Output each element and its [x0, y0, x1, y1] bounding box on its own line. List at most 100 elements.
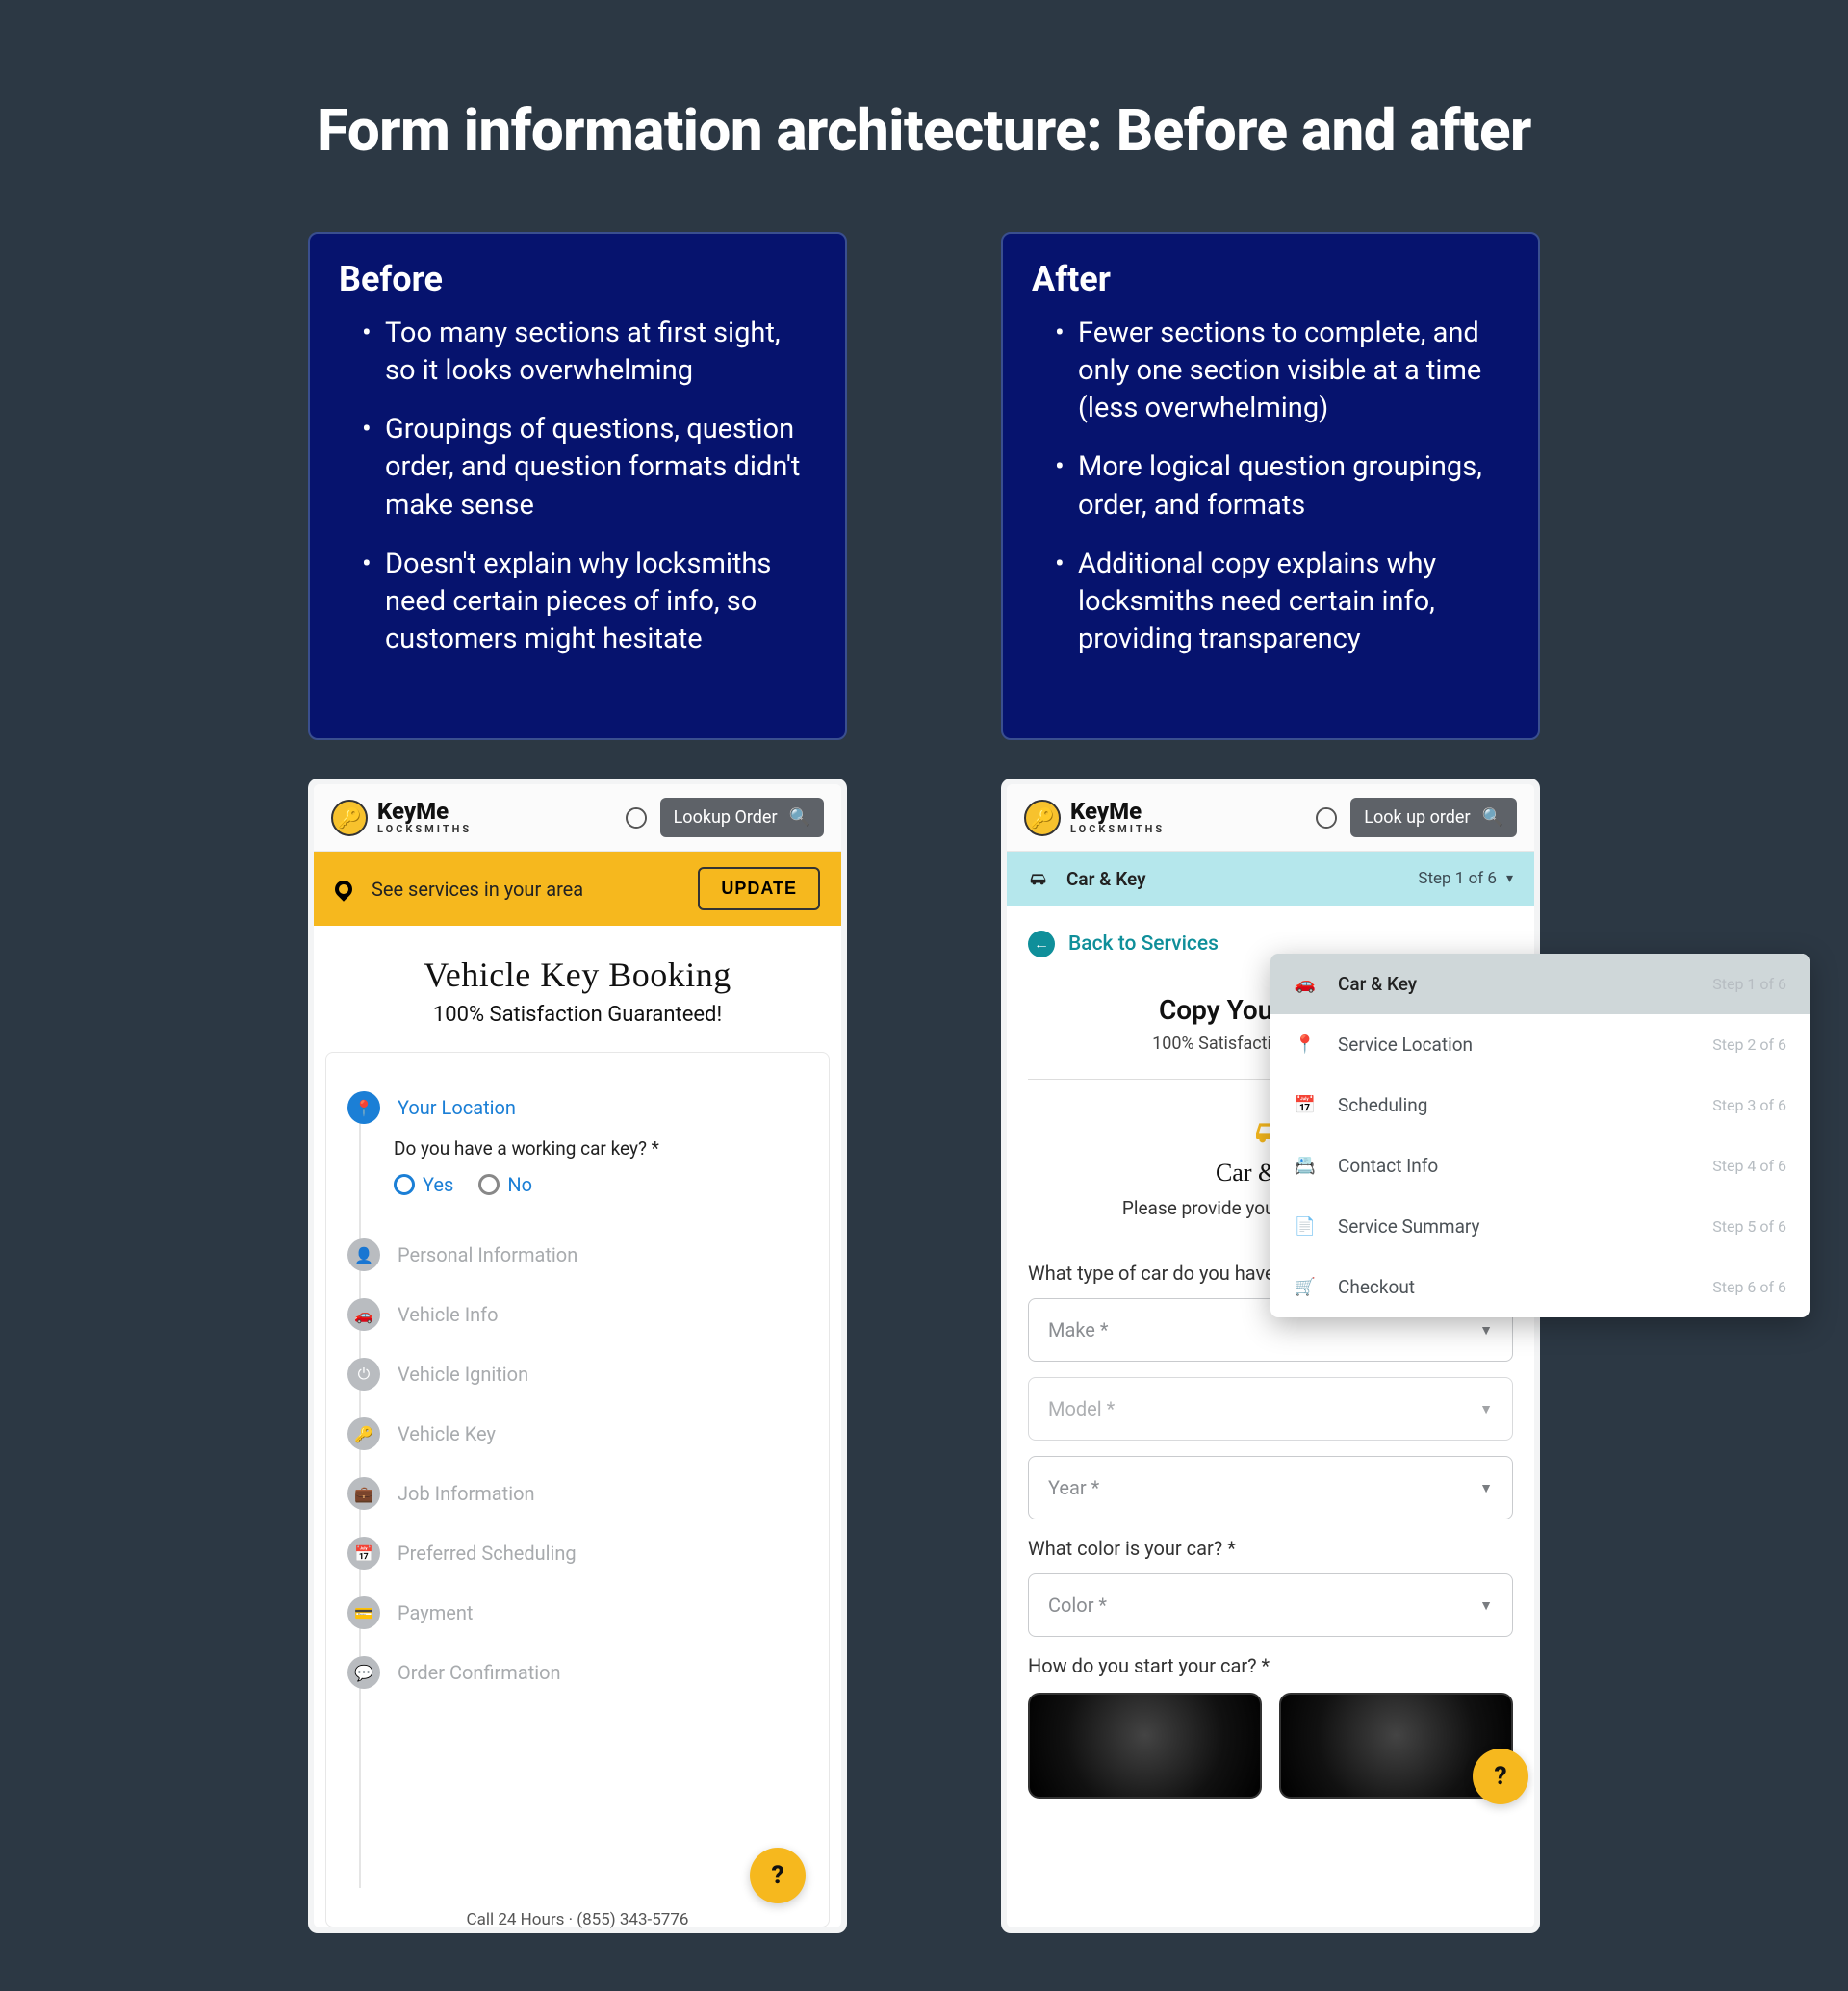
year-select[interactable]: Year * ▼: [1028, 1456, 1513, 1519]
step-option[interactable]: 📄 Service Summary Step 5 of 6: [1270, 1196, 1810, 1257]
back-link-label: Back to Services: [1068, 932, 1219, 956]
caret-down-icon: ▼: [1479, 1480, 1493, 1496]
step-label[interactable]: Vehicle Key: [398, 1422, 496, 1445]
lookup-label: Lookup Order: [674, 807, 778, 828]
radio-no[interactable]: No: [478, 1173, 532, 1196]
help-button[interactable]: ?: [1473, 1749, 1528, 1804]
after-card: After Fewer sections to complete, and on…: [1001, 232, 1540, 740]
color-select[interactable]: Color * ▼: [1028, 1573, 1513, 1637]
footer-phone: Call 24 Hours · (855) 343-5776: [314, 1910, 841, 1927]
car-icon: [1028, 867, 1049, 890]
step-option-label: Service Location: [1338, 1034, 1691, 1056]
step-option-meta: Step 5 of 6: [1712, 1217, 1786, 1236]
step-option-meta: Step 2 of 6: [1712, 1035, 1786, 1054]
after-heading: After: [1032, 259, 1509, 299]
help-button[interactable]: ?: [750, 1848, 806, 1903]
step-option[interactable]: 🛒 Checkout Step 6 of 6: [1270, 1257, 1810, 1317]
ignition-icon: ⏻: [347, 1358, 380, 1391]
pin-icon: 📍: [347, 1091, 380, 1124]
step-option[interactable]: 🚗 Car & Key Step 1 of 6: [1270, 954, 1810, 1014]
step-option-meta: Step 3 of 6: [1712, 1096, 1786, 1114]
lookup-order-button[interactable]: Look up order 🔍: [1350, 798, 1517, 837]
step-option-label: Scheduling: [1338, 1094, 1691, 1116]
step-option-label: Contact Info: [1338, 1155, 1691, 1177]
step-bar-meta: Step 1 of 6: [1418, 869, 1497, 888]
step-label-active[interactable]: Your Location: [398, 1096, 516, 1119]
brand-name: KeyMe: [377, 800, 472, 823]
update-button[interactable]: UPDATE: [698, 867, 820, 910]
key-icon: 🔑: [347, 1417, 380, 1450]
step-option-label: Car & Key: [1338, 973, 1691, 995]
step-label[interactable]: Payment: [398, 1601, 473, 1624]
step-progress-bar[interactable]: Car & Key Step 1 of 6 ▾: [1007, 852, 1534, 906]
after-phone-mock: 🔑 KeyMe LOCKSMITHS Look up order 🔍: [1001, 779, 1540, 1933]
step-option-label: Service Summary: [1338, 1215, 1691, 1238]
before-card: Before Too many sections at first sight,…: [308, 232, 847, 740]
before-heading: Before: [339, 259, 816, 299]
booking-subtitle: 100% Satisfaction Guaranteed!: [314, 1003, 841, 1052]
app-header: 🔑 KeyMe LOCKSMITHS Look up order 🔍: [1007, 784, 1534, 852]
ignition-option-turnkey[interactable]: [1028, 1693, 1262, 1799]
search-icon: 🔍: [1482, 807, 1503, 828]
contact-icon: 📇: [1294, 1156, 1317, 1176]
caret-down-icon: ▼: [1479, 1597, 1493, 1614]
pin-icon: 📍: [1294, 1034, 1317, 1055]
calendar-icon: 📅: [347, 1537, 380, 1570]
question-text: Do you have a working car key? *: [394, 1137, 811, 1160]
location-banner: See services in your area UPDATE: [314, 852, 841, 926]
radio-yes[interactable]: Yes: [394, 1173, 453, 1196]
step-option[interactable]: 📍 Service Location Step 2 of 6: [1270, 1014, 1810, 1075]
lookup-order-button[interactable]: Lookup Order 🔍: [660, 798, 824, 837]
steps-dropdown: 🚗 Car & Key Step 1 of 6 📍 Service Locati…: [1270, 954, 1810, 1317]
question-car-color: What color is your car? *: [1028, 1537, 1513, 1560]
search-icon: 🔍: [789, 807, 810, 828]
step-option[interactable]: 📇 Contact Info Step 4 of 6: [1270, 1136, 1810, 1196]
dark-mode-icon[interactable]: [1316, 807, 1337, 829]
calendar-icon: 📅: [1294, 1095, 1317, 1115]
question-start-car: How do you start your car? *: [1028, 1654, 1513, 1677]
step-label[interactable]: Job Information: [398, 1482, 535, 1505]
step-option-meta: Step 4 of 6: [1712, 1157, 1786, 1175]
step-label[interactable]: Personal Information: [398, 1243, 578, 1266]
model-placeholder: Model *: [1048, 1397, 1115, 1420]
checkout-icon: 🛒: [1294, 1277, 1317, 1297]
brand-sub: LOCKSMITHS: [1070, 823, 1165, 835]
radio-no-label: No: [507, 1173, 532, 1196]
step-label[interactable]: Vehicle Ignition: [398, 1363, 528, 1386]
before-bullet: Groupings of questions, question order, …: [362, 411, 816, 523]
confirm-icon: 💬: [347, 1656, 380, 1689]
step-option-meta: Step 1 of 6: [1712, 975, 1786, 993]
brand-sub: LOCKSMITHS: [377, 823, 472, 835]
year-placeholder: Year *: [1048, 1476, 1099, 1499]
app-header: 🔑 KeyMe LOCKSMITHS Lookup Order 🔍: [314, 784, 841, 852]
before-bullet: Too many sections at first sight, so it …: [362, 315, 816, 390]
job-icon: 💼: [347, 1477, 380, 1510]
brand-name: KeyMe: [1070, 800, 1165, 823]
pin-icon: [331, 877, 355, 901]
arrow-left-icon: ←: [1028, 931, 1055, 957]
banner-text: See services in your area: [372, 878, 583, 901]
steps-panel: 📍 Your Location Do you have a working ca…: [325, 1052, 830, 1927]
summary-icon: 📄: [1294, 1216, 1317, 1237]
after-bullet: Additional copy explains why locksmiths …: [1055, 546, 1509, 658]
lookup-label: Look up order: [1364, 807, 1470, 828]
key-icon: 🔑: [331, 800, 368, 836]
dark-mode-icon[interactable]: [626, 807, 647, 829]
model-select[interactable]: Model * ▼: [1028, 1377, 1513, 1441]
before-bullet: Doesn't explain why locksmiths need cert…: [362, 546, 816, 658]
person-icon: 👤: [347, 1238, 380, 1271]
step-bar-label: Car & Key: [1066, 868, 1146, 890]
step-label[interactable]: Vehicle Info: [398, 1303, 499, 1326]
before-phone-mock: 🔑 KeyMe LOCKSMITHS Lookup Order 🔍: [308, 779, 847, 1933]
booking-title: Vehicle Key Booking: [314, 926, 841, 1003]
caret-down-icon: ▼: [1479, 1322, 1493, 1339]
step-option[interactable]: 📅 Scheduling Step 3 of 6: [1270, 1075, 1810, 1136]
brand-logo[interactable]: 🔑 KeyMe LOCKSMITHS: [1024, 800, 1165, 836]
make-placeholder: Make *: [1048, 1318, 1108, 1341]
step-label[interactable]: Order Confirmation: [398, 1661, 561, 1684]
after-bullet: Fewer sections to complete, and only one…: [1055, 315, 1509, 427]
brand-logo[interactable]: 🔑 KeyMe LOCKSMITHS: [331, 800, 472, 836]
step-option-label: Checkout: [1338, 1276, 1691, 1298]
step-label[interactable]: Preferred Scheduling: [398, 1542, 577, 1565]
payment-icon: 💳: [347, 1596, 380, 1629]
